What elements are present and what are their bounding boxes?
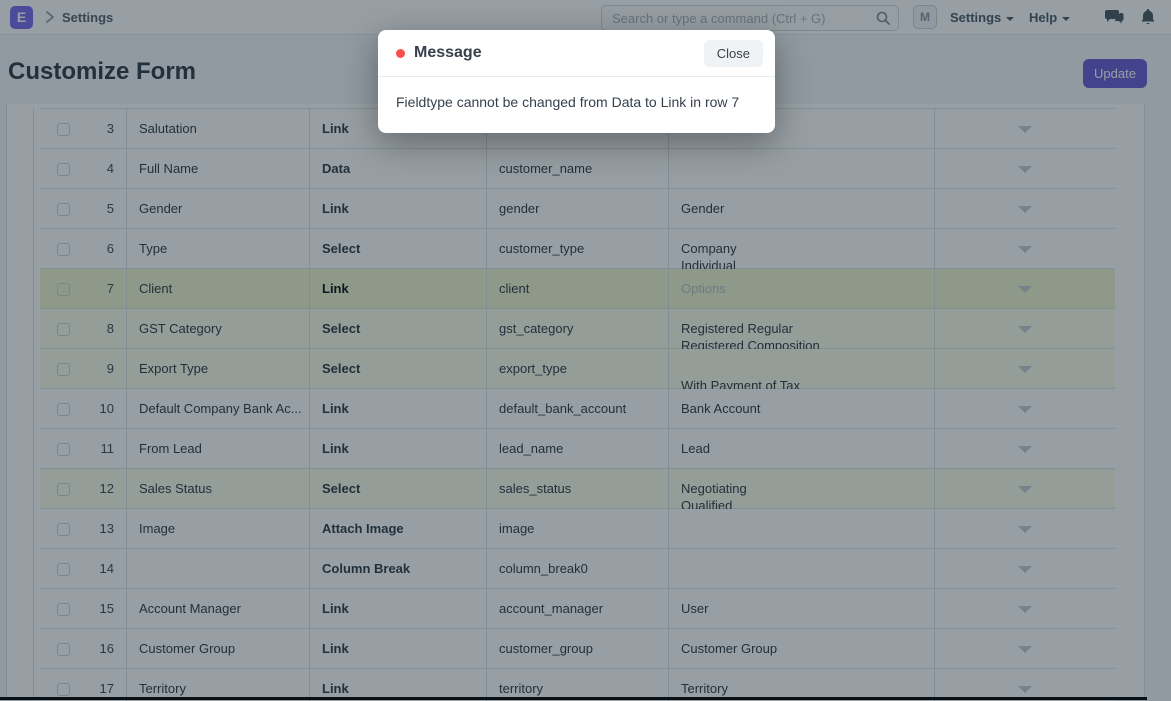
dialog-title: Message: [414, 44, 482, 62]
red-indicator-icon: [396, 49, 405, 58]
close-button[interactable]: Close: [704, 40, 763, 67]
dialog-header: Message Close: [378, 30, 775, 77]
dialog-message: Fieldtype cannot be changed from Data to…: [378, 77, 775, 133]
message-dialog: Message Close Fieldtype cannot be change…: [378, 30, 775, 133]
